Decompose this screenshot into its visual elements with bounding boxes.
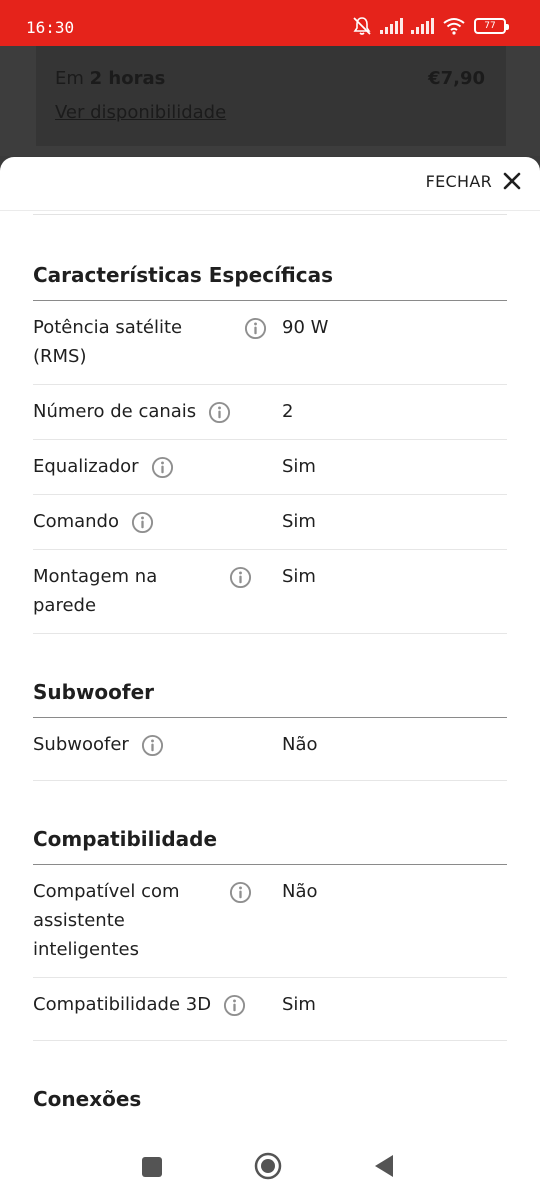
- spec-label: Compatível com assistente inteligentes: [33, 881, 180, 960]
- home-button[interactable]: [254, 1152, 282, 1180]
- close-label: FECHAR: [425, 171, 492, 191]
- delivery-text: Em 2 horas: [55, 68, 166, 89]
- battery-icon: 77: [474, 18, 509, 34]
- info-icon[interactable]: [244, 317, 267, 340]
- spec-label: Equalizador: [33, 456, 139, 477]
- section-title-compat: Compatibilidade: [33, 827, 507, 865]
- navigation-bar: [0, 1135, 540, 1200]
- backdrop: Em 2 horas €7,90 Ver disponibilidade: [0, 46, 540, 156]
- status-bar: 16:30 77: [0, 0, 540, 46]
- info-icon[interactable]: [131, 511, 154, 534]
- status-icons: 77: [352, 16, 509, 36]
- status-time: 16:30: [26, 18, 75, 37]
- sheet-header: FECHAR: [0, 157, 540, 211]
- section-title-connections: Conexões: [33, 1087, 142, 1111]
- spec-label: Comando: [33, 511, 119, 532]
- spec-label: Número de canais: [33, 401, 197, 422]
- spec-label: Compatibilidade 3D: [33, 994, 212, 1015]
- spec-row: Número de canais 2: [33, 385, 507, 440]
- close-button[interactable]: FECHAR: [426, 171, 522, 191]
- signal-1-icon: [380, 18, 403, 34]
- spec-label: Potência satélite (RMS): [33, 317, 183, 367]
- delivery-time: 2 horas: [89, 68, 166, 89]
- info-icon[interactable]: [229, 881, 252, 904]
- bell-off-icon: [353, 17, 371, 35]
- spec-row: Equalizador Sim: [33, 440, 507, 495]
- battery-level: 77: [484, 21, 496, 31]
- signal-2-icon: [411, 18, 434, 34]
- wifi-icon: [443, 18, 465, 35]
- spec-value: Sim: [282, 456, 316, 477]
- spec-value: 90 W: [282, 317, 329, 338]
- specs-sheet: FECHAR Características Específicas Potên…: [0, 157, 540, 1135]
- spec-value: Sim: [282, 511, 316, 532]
- spec-value: Sim: [282, 994, 316, 1015]
- backdrop-card: [36, 46, 506, 146]
- info-icon[interactable]: [151, 456, 174, 479]
- spec-row: Compatível com assistente inteligentes N…: [33, 865, 507, 978]
- spec-row: Compatibilidade 3D Sim: [33, 978, 507, 1041]
- sheet-content: Características Específicas Potência sat…: [33, 211, 507, 1124]
- delivery-price: €7,90: [428, 68, 485, 89]
- close-icon: [503, 172, 521, 190]
- info-icon[interactable]: [208, 401, 231, 424]
- spec-label: Montagem na parede: [33, 566, 158, 616]
- spec-label: Subwoofer: [33, 734, 129, 755]
- spec-row: Subwoofer Não: [33, 718, 507, 781]
- availability-link[interactable]: Ver disponibilidade: [55, 102, 226, 123]
- spec-row: Comando Sim: [33, 495, 507, 550]
- recents-button[interactable]: [141, 1156, 163, 1178]
- section-title-subwoofer: Subwoofer: [33, 680, 507, 718]
- spec-row: Montagem na parede Sim: [33, 550, 507, 634]
- back-button[interactable]: [373, 1154, 395, 1178]
- spec-value: Sim: [282, 566, 316, 587]
- section-title-specific: Características Específicas: [33, 263, 507, 301]
- spec-value: Não: [282, 734, 318, 755]
- info-icon[interactable]: [141, 734, 164, 757]
- spec-value: Não: [282, 881, 318, 902]
- info-icon[interactable]: [223, 994, 246, 1017]
- spec-row: Potência satélite (RMS) 90 W: [33, 301, 507, 385]
- info-icon[interactable]: [229, 566, 252, 589]
- spec-value: 2: [282, 401, 294, 422]
